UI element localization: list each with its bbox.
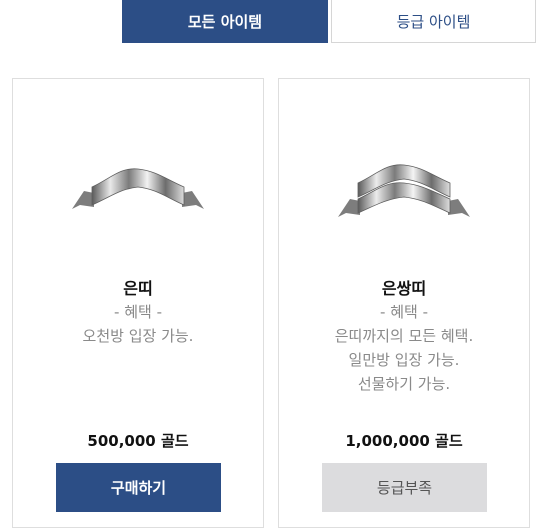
benefit-line: 선물하기 가능.: [357, 375, 451, 393]
item-price: 500,000 골드: [87, 432, 189, 450]
tab-all-items[interactable]: 모든 아이템: [122, 0, 328, 43]
item-card-silver-double-ribbon: 은쌍띠 - 혜택 - 은띠까지의 모든 혜택. 일만방 입장 가능. 선물하기 …: [278, 78, 530, 528]
silver-double-ribbon-icon: [338, 164, 470, 217]
tab-grade-items[interactable]: 등급 아이템: [331, 0, 536, 43]
benefit-line: 은띠까지의 모든 혜택.: [334, 327, 474, 345]
tab-bar: 모든 아이템 등급 아이템: [122, 0, 537, 43]
insufficient-grade-button[interactable]: 등급부족: [322, 463, 487, 512]
item-price: 1,000,000 골드: [345, 432, 463, 450]
benefit-header: - 혜택 -: [114, 303, 162, 321]
buy-button[interactable]: 구매하기: [56, 463, 221, 512]
benefit-header: - 혜택 -: [380, 303, 428, 321]
item-name: 은띠: [123, 279, 153, 298]
benefit-line: 일만방 입장 가능.: [348, 351, 460, 369]
item-name: 은쌍띠: [381, 279, 427, 298]
silver-ribbon-icon: [72, 168, 204, 209]
item-card-silver-ribbon: 은띠 - 혜택 - 오천방 입장 가능. 500,000 골드 구매하기: [12, 78, 264, 528]
benefit-line: 오천방 입장 가능.: [82, 327, 194, 345]
